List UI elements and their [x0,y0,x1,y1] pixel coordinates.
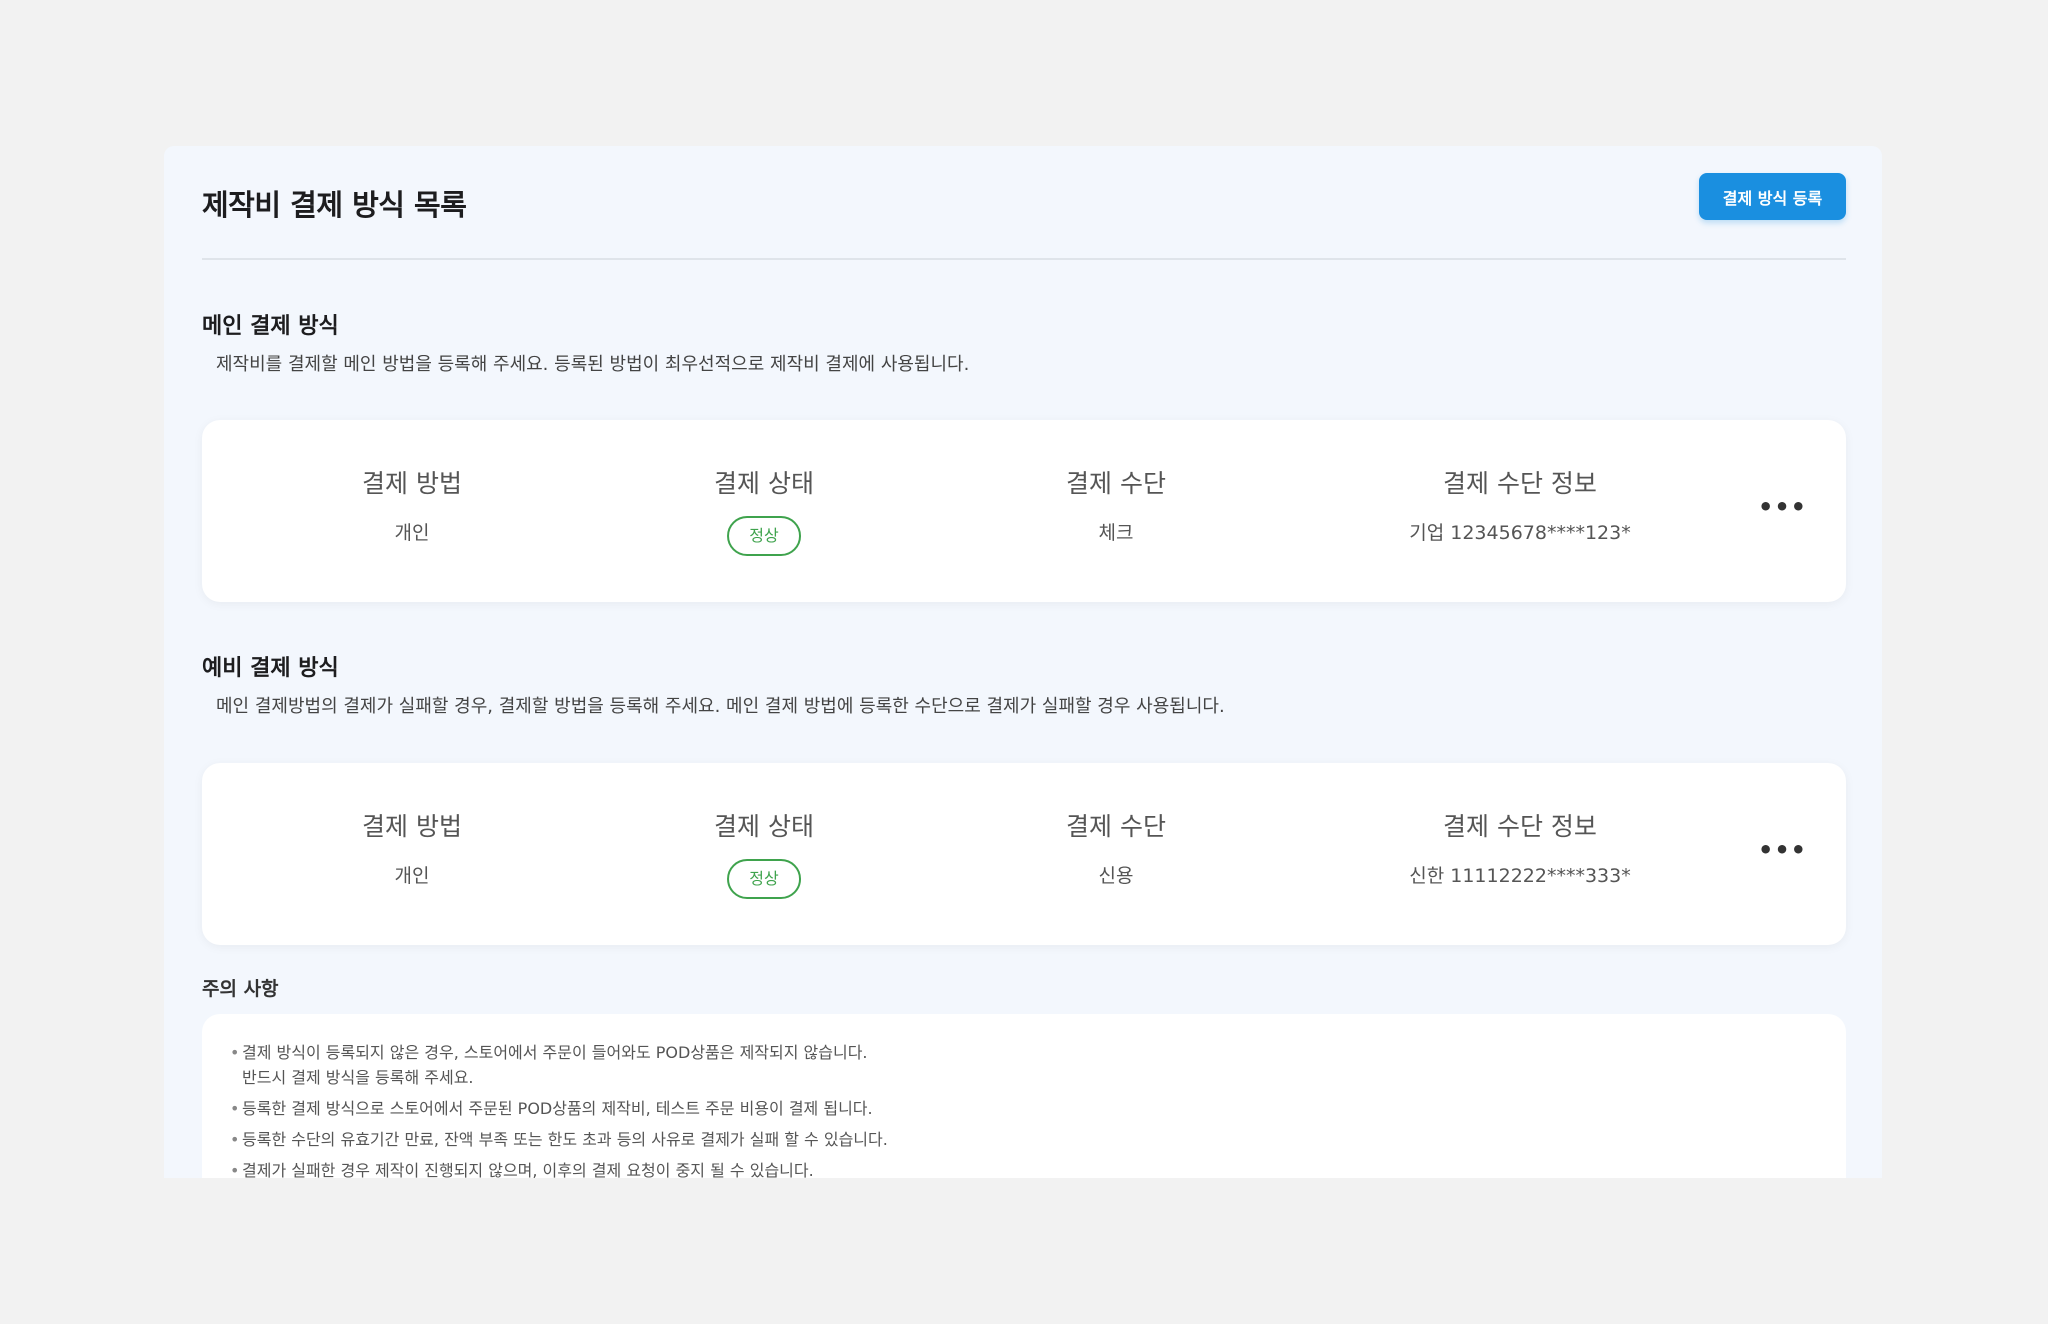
register-payment-method-button[interactable]: 결제 방식 등록 [1699,173,1846,220]
more-options-icon[interactable]: ••• [1758,835,1806,865]
backup-payment-section-title: 예비 결제 방식 [202,656,339,681]
panel-header: 제작비 결제 방식 목록 결제 방식 등록 [202,146,1846,260]
backup-payment-section-description: 메인 결제방법의 결제가 실패할 경우, 결제할 방법을 등록해 주세요. 메인… [216,696,1225,717]
status-badge: 정상 [726,516,801,556]
payment-method-value: 개인 [394,865,430,887]
column-header: 결제 상태 [714,812,814,841]
notice-item: 등록한 수단의 유효기간 만료, 잔액 부족 또는 한도 초과 등의 사유로 결… [230,1127,1846,1152]
notice-text: 결제 방식이 등록되지 않은 경우, 스토어에서 주문이 들어와도 POD상품은… [242,1043,868,1062]
notice-text: 반드시 결제 방식을 등록해 주세요. [242,1068,474,1087]
column-payment-info: 결제 수단 정보 신한 11112222****333* [1409,807,1630,903]
notice-item: 결제 방식이 등록되지 않은 경우, 스토어에서 주문이 들어와도 POD상품은… [230,1040,1846,1090]
main-payment-section-title: 메인 결제 방식 [202,314,339,339]
notice-item: 등록한 결제 방식으로 스토어에서 주문된 POD상품의 제작비, 테스트 주문… [230,1096,1846,1121]
payment-info-value: 신한 11112222****333* [1409,865,1631,887]
main-payment-card: 결제 방법 개인 결제 상태 정상 결제 수단 체크 결제 수단 정보 기업 1… [202,420,1846,602]
page-title: 제작비 결제 방식 목록 [202,188,467,222]
main-payment-section-description: 제작비를 결제할 메인 방법을 등록해 주세요. 등록된 방법이 최우선적으로 … [216,354,970,375]
payment-method-value: 개인 [394,522,430,544]
notice-text: 등록한 결제 방식으로 스토어에서 주문된 POD상품의 제작비, 테스트 주문… [242,1099,873,1118]
payment-methods-panel: 제작비 결제 방식 목록 결제 방식 등록 메인 결제 방식 제작비를 결제할 … [164,146,1882,1178]
column-payment-status: 결제 상태 정상 [714,464,814,560]
column-header: 결제 방법 [362,469,462,498]
column-payment-means: 결제 수단 신용 [1066,807,1166,903]
notice-item: 결제가 실패한 경우 제작이 진행되지 않으며, 이후의 결제 요청이 중지 될… [230,1158,1846,1178]
notice-title: 주의 사항 [202,978,279,1000]
column-header: 결제 수단 [1066,812,1166,841]
column-payment-method: 결제 방법 개인 [362,464,462,560]
notice-text: 등록한 수단의 유효기간 만료, 잔액 부족 또는 한도 초과 등의 사유로 결… [242,1130,888,1149]
column-header: 결제 상태 [714,469,814,498]
payment-means-value: 체크 [1098,522,1134,544]
column-header: 결제 수단 정보 [1443,812,1597,841]
backup-payment-card: 결제 방법 개인 결제 상태 정상 결제 수단 신용 결제 수단 정보 신한 1… [202,763,1846,945]
notice-text: 결제가 실패한 경우 제작이 진행되지 않으며, 이후의 결제 요청이 중지 될… [242,1161,814,1178]
column-payment-method: 결제 방법 개인 [362,807,462,903]
payment-means-value: 신용 [1098,865,1134,887]
column-header: 결제 방법 [362,812,462,841]
payment-info-value: 기업 12345678****123* [1409,522,1631,544]
column-header: 결제 수단 [1066,469,1166,498]
column-payment-means: 결제 수단 체크 [1066,464,1166,560]
column-header: 결제 수단 정보 [1443,469,1597,498]
column-payment-info: 결제 수단 정보 기업 12345678****123* [1409,464,1630,560]
column-payment-status: 결제 상태 정상 [714,807,814,903]
more-options-icon[interactable]: ••• [1758,492,1806,522]
status-badge: 정상 [726,859,801,899]
notice-box: 결제 방식이 등록되지 않은 경우, 스토어에서 주문이 들어와도 POD상품은… [202,1014,1846,1178]
